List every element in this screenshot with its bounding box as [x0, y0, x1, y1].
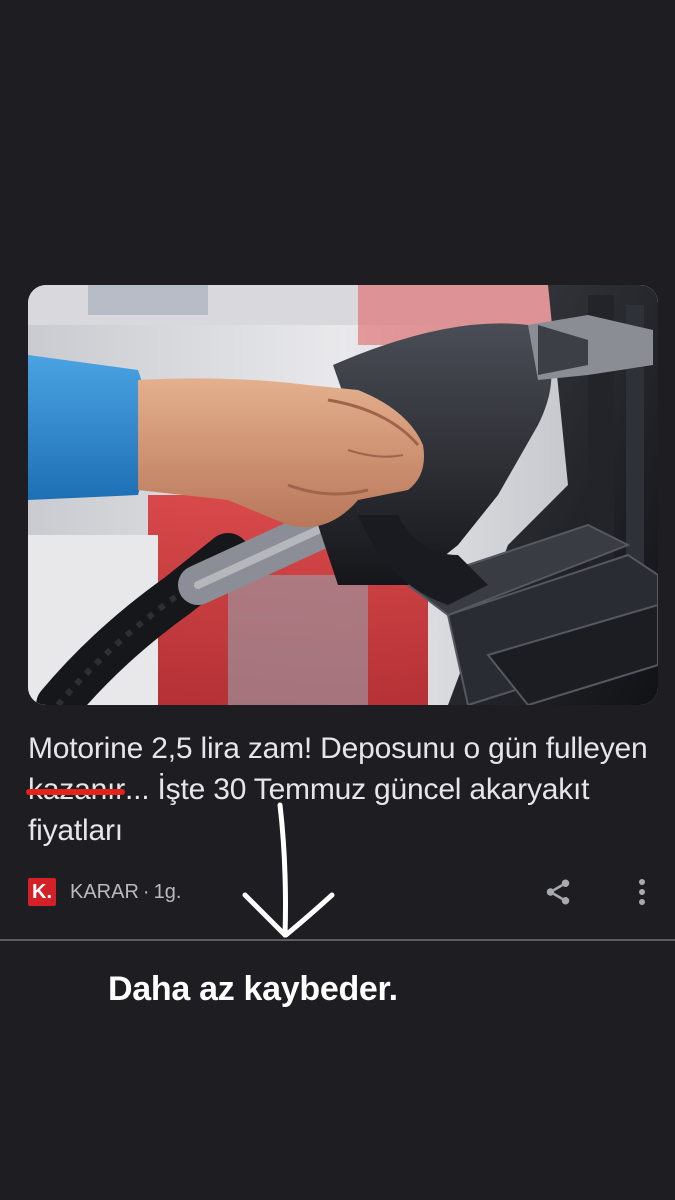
source-name[interactable]: KARAR [70, 881, 139, 904]
article-image[interactable] [28, 285, 658, 705]
source-separator: · [142, 880, 150, 903]
share-icon [546, 879, 570, 905]
article-age: 1g. [153, 880, 182, 903]
hand-drawn-down-arrow-icon [240, 800, 350, 945]
divider [0, 939, 675, 941]
source-line: KARAR · 1g. [70, 881, 181, 904]
fuel-pump-photo [28, 285, 658, 705]
source-logo[interactable]: K. [28, 878, 56, 906]
more-options-button[interactable] [624, 874, 660, 910]
struck-word: kazanır [26, 769, 125, 810]
share-button[interactable] [540, 874, 576, 910]
annotation-caption: Daha az kaybeder. [108, 970, 398, 1008]
article-meta: K. KARAR · 1g. [28, 877, 181, 907]
headline-text-start: Motorine 2,5 lira zam! Deposunu o gün fu… [28, 732, 648, 765]
more-vert-icon [639, 879, 645, 905]
